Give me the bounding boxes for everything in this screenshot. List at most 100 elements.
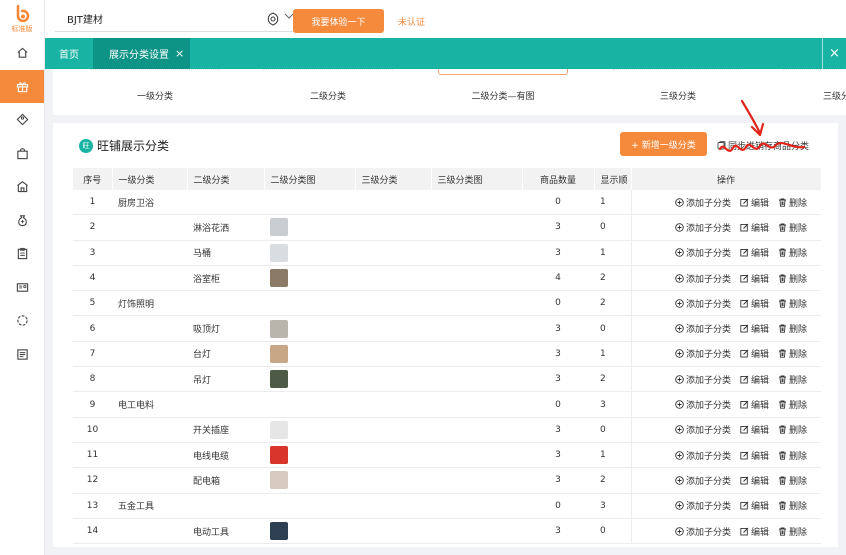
- delete-button[interactable]: 删除: [778, 474, 807, 487]
- row-actions: 添加子分类 编辑 删除: [631, 190, 821, 214]
- add-subcategory-button[interactable]: 添加子分类: [675, 322, 731, 335]
- category-style-card[interactable]: 二级分类—有图: [428, 69, 578, 115]
- edit-button[interactable]: 编辑: [740, 297, 769, 310]
- sidebar-item-tag[interactable]: [0, 103, 44, 137]
- tab-close-icon[interactable]: ×: [175, 47, 184, 60]
- sidebar-item-clipboard[interactable]: [0, 237, 44, 271]
- add-level1-button[interactable]: + 新增一级分类: [620, 132, 707, 156]
- store-select[interactable]: BJT建材: [55, 6, 300, 32]
- category-panel: 旺 旺铺展示分类 + 新增一级分类 同步进销存商品分类 序号 一级分类 二级分类…: [53, 123, 838, 547]
- sidebar-item-shop[interactable]: [0, 170, 44, 204]
- delete-button[interactable]: 删除: [778, 449, 807, 462]
- cell-level1: [112, 214, 187, 241]
- delete-button[interactable]: 删除: [778, 297, 807, 310]
- delete-button[interactable]: 删除: [778, 322, 807, 335]
- tab-label: 展示分类设置: [109, 50, 169, 61]
- clipboard-icon: [17, 248, 27, 260]
- edit-button[interactable]: 编辑: [740, 373, 769, 386]
- category-image: [270, 522, 288, 540]
- add-subcategory-button[interactable]: 添加子分类: [675, 221, 731, 234]
- add-subcategory-button[interactable]: 添加子分类: [675, 499, 731, 512]
- edit-button[interactable]: 编辑: [740, 347, 769, 360]
- cell-no: 8: [73, 366, 112, 393]
- add-subcategory-button[interactable]: 添加子分类: [675, 373, 731, 386]
- add-subcategory-button[interactable]: 添加子分类: [675, 246, 731, 259]
- close-all-icon[interactable]: ×: [822, 38, 846, 69]
- category-style-card[interactable]: 一级分类: [80, 69, 230, 115]
- add-subcategory-button[interactable]: 添加子分类: [675, 423, 731, 436]
- edit-button[interactable]: 编辑: [740, 322, 769, 335]
- trash-icon: [778, 324, 786, 333]
- delete-button[interactable]: 删除: [778, 347, 807, 360]
- add-subcategory-button[interactable]: 添加子分类: [675, 272, 731, 285]
- category-image: [270, 471, 288, 490]
- table-row: 1 厨房卫浴 0 1 添加子分类 编辑 删除: [73, 190, 821, 216]
- edit-button[interactable]: 编辑: [740, 196, 769, 209]
- sidebar-item-bag[interactable]: [0, 137, 44, 171]
- op-label: 编辑: [750, 451, 769, 462]
- plus-circle-icon: [675, 501, 684, 510]
- sidebar-item-gift[interactable]: [0, 69, 44, 103]
- delete-button[interactable]: 删除: [778, 373, 807, 386]
- edit-button[interactable]: 编辑: [740, 525, 769, 538]
- add-subcategory-button[interactable]: 添加子分类: [675, 525, 731, 538]
- op-label: 编辑: [750, 502, 769, 513]
- row-actions: 添加子分类 编辑 删除: [631, 215, 821, 240]
- category-style-card[interactable]: 三级分类: [603, 69, 753, 115]
- sidebar-item-id-card[interactable]: [0, 271, 44, 305]
- panel-title: 旺 旺铺展示分类: [79, 137, 169, 154]
- delete-button[interactable]: 删除: [778, 272, 807, 285]
- delete-button[interactable]: 删除: [778, 246, 807, 259]
- sidebar-item-refresh-circle[interactable]: [0, 304, 44, 338]
- edit-button[interactable]: 编辑: [740, 423, 769, 436]
- add-subcategory-button[interactable]: 添加子分类: [675, 474, 731, 487]
- tab-display-category[interactable]: 展示分类设置 ×: [93, 38, 191, 69]
- delete-button[interactable]: 删除: [778, 398, 807, 411]
- sidebar-item-money-bag[interactable]: [0, 204, 44, 238]
- sidebar-item-news[interactable]: [0, 338, 44, 372]
- delete-button[interactable]: 删除: [778, 525, 807, 538]
- trial-button[interactable]: 我要体验一下: [293, 9, 384, 33]
- table-row: 3 马桶 3 1 添加子分类 编辑 删除: [73, 240, 821, 266]
- trash-icon: [778, 400, 786, 409]
- delete-button[interactable]: 删除: [778, 221, 807, 234]
- edit-button[interactable]: 编辑: [740, 499, 769, 512]
- tab-home[interactable]: 首页: [45, 38, 93, 69]
- edit-button[interactable]: 编辑: [740, 272, 769, 285]
- add-subcategory-button[interactable]: 添加子分类: [675, 449, 731, 462]
- cell-order: 3: [594, 493, 631, 519]
- delete-button[interactable]: 删除: [778, 423, 807, 436]
- edit-button[interactable]: 编辑: [740, 398, 769, 411]
- add-subcategory-button[interactable]: 添加子分类: [675, 297, 731, 310]
- cell-level3: [355, 518, 431, 545]
- sync-category-link[interactable]: 同步进销存商品分类: [717, 139, 809, 152]
- edit-button[interactable]: 编辑: [740, 449, 769, 462]
- op-label: 添加子分类: [685, 476, 731, 487]
- category-image: [270, 446, 288, 465]
- cell-level2: 开关插座: [187, 417, 264, 443]
- category-image: [270, 319, 288, 338]
- row-actions: 添加子分类 编辑 删除: [631, 392, 821, 417]
- sidebar-item-home[interactable]: [0, 36, 44, 70]
- op-label: 删除: [788, 350, 807, 361]
- sync-label: 同步进销存商品分类: [728, 142, 810, 152]
- edition-label: 标准版: [11, 24, 33, 33]
- edit-button[interactable]: 编辑: [740, 474, 769, 487]
- edit-button[interactable]: 编辑: [740, 246, 769, 259]
- cell-level2-image: [264, 290, 355, 317]
- op-label: 删除: [788, 527, 807, 538]
- verification-status[interactable]: 未认证: [398, 15, 425, 28]
- add-subcategory-button[interactable]: 添加子分类: [675, 398, 731, 411]
- delete-button[interactable]: 删除: [778, 196, 807, 209]
- category-style-card[interactable]: 二级分类: [253, 69, 403, 115]
- cell-level3-image: [431, 493, 522, 519]
- delete-button[interactable]: 删除: [778, 499, 807, 512]
- cell-order: 1: [594, 190, 631, 216]
- gear-icon[interactable]: [266, 12, 280, 26]
- tab-bar: 首页 展示分类设置 × ×: [45, 38, 846, 69]
- add-subcategory-button[interactable]: 添加子分类: [675, 347, 731, 360]
- category-style-card[interactable]: 三级分: [773, 69, 846, 115]
- edit-button[interactable]: 编辑: [740, 221, 769, 234]
- cell-level2-image: [264, 315, 355, 342]
- add-subcategory-button[interactable]: 添加子分类: [675, 196, 731, 209]
